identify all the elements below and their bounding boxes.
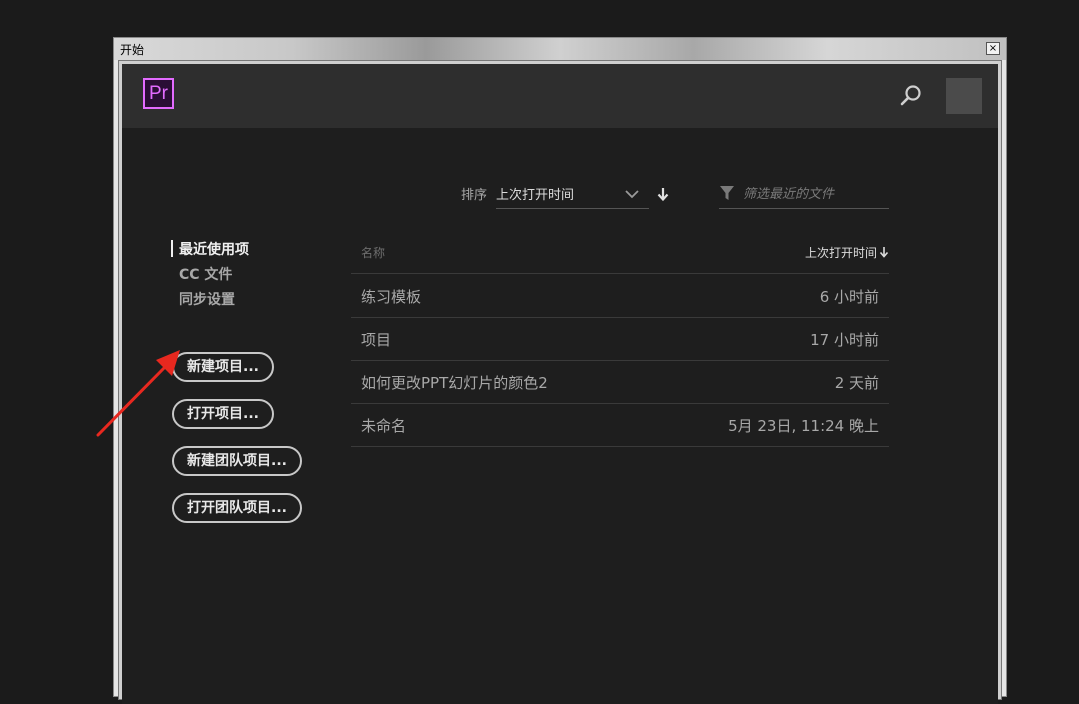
sort-dropdown[interactable]: 上次打开时间 xyxy=(496,178,649,209)
filter-field[interactable] xyxy=(719,178,889,209)
search-icon[interactable] xyxy=(899,83,923,107)
app-header: Pr xyxy=(122,64,998,128)
sort-label: 排序 xyxy=(461,188,488,203)
column-header-name[interactable]: 名称 xyxy=(361,244,385,261)
row-date: 6 小时前 xyxy=(819,288,879,306)
open-project-button[interactable]: 打开项目... xyxy=(172,399,274,429)
row-name: 未命名 xyxy=(361,417,407,435)
title-bar[interactable]: 开始 × xyxy=(114,38,1006,60)
start-screen: Pr 排序 上次打开时间 筛选最近的文件 最近使用项 CC 文件 同步设置 新建… xyxy=(122,64,998,704)
sort-value: 上次打开时间 xyxy=(496,188,575,203)
window-frame: Pr 排序 上次打开时间 筛选最近的文件 最近使用项 CC 文件 同步设置 新建… xyxy=(118,60,1002,704)
new-team-project-button[interactable]: 新建团队项目... xyxy=(172,446,302,476)
sidebar-item-cc-files[interactable]: CC 文件 xyxy=(179,264,232,284)
active-indicator xyxy=(171,240,173,257)
table-header: 名称 上次打开时间 xyxy=(351,230,889,274)
row-name: 如何更改PPT幻灯片的颜色2 xyxy=(361,374,548,392)
close-button[interactable]: × xyxy=(986,42,1000,55)
chevron-down-icon xyxy=(624,186,640,202)
filter-icon xyxy=(719,185,735,201)
window-title: 开始 xyxy=(120,43,145,57)
start-window: 开始 × Pr 排序 上次打开时间 筛选最近的文件 最近使用项 CC 文件 同步… xyxy=(113,37,1007,704)
sidebar-item-recent[interactable]: 最近使用项 xyxy=(179,239,249,259)
new-project-button[interactable]: 新建项目... xyxy=(172,352,274,382)
row-date: 2 天前 xyxy=(834,374,879,392)
row-name: 练习模板 xyxy=(361,288,422,306)
row-date: 17 小时前 xyxy=(810,331,879,349)
filter-input[interactable] xyxy=(743,184,883,204)
annotation-arrow-icon xyxy=(96,350,180,437)
sort-down-icon xyxy=(879,247,889,258)
open-team-project-button[interactable]: 打开团队项目... xyxy=(172,493,302,523)
table-row[interactable]: 练习模板 6 小时前 xyxy=(351,274,889,318)
premiere-logo: Pr xyxy=(143,78,174,109)
row-name: 项目 xyxy=(361,331,392,349)
row-date: 5月 23日, 11:24 晚上 xyxy=(728,417,879,435)
table-row[interactable]: 未命名 5月 23日, 11:24 晚上 xyxy=(351,403,889,447)
sort-direction-arrow-icon[interactable] xyxy=(656,186,670,202)
table-row[interactable]: 如何更改PPT幻灯片的颜色2 2 天前 xyxy=(351,360,889,404)
avatar[interactable] xyxy=(946,78,982,114)
table-row[interactable]: 项目 17 小时前 xyxy=(351,317,889,361)
column-header-date-label: 上次打开时间 xyxy=(804,246,877,260)
sidebar-item-sync-settings[interactable]: 同步设置 xyxy=(179,289,235,309)
column-header-date[interactable]: 上次打开时间 xyxy=(805,244,889,261)
